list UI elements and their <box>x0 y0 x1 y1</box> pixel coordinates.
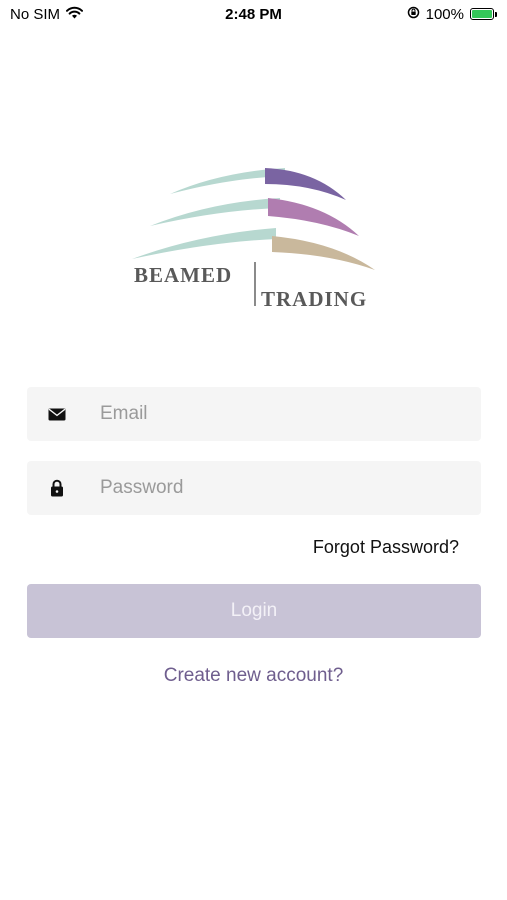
status-right: 100% <box>407 6 497 23</box>
orientation-lock-icon <box>407 6 420 23</box>
carrier-label: No SIM <box>10 5 61 23</box>
logo-word-trading: TRADING <box>261 287 367 310</box>
lock-icon <box>27 479 87 497</box>
status-bar: No SIM 2:48 PM 100% <box>0 0 507 28</box>
password-field[interactable] <box>27 461 481 515</box>
email-input[interactable] <box>100 403 460 425</box>
wifi-icon <box>66 6 84 23</box>
status-left: No SIM <box>10 5 84 23</box>
forgot-password-link[interactable]: Forgot Password? <box>313 537 459 558</box>
create-account-link[interactable]: Create new account? <box>0 665 507 687</box>
battery-percent: 100% <box>425 5 464 23</box>
status-time: 2:48 PM <box>225 5 282 23</box>
logo-word-beamed: BEAMED <box>134 263 232 287</box>
battery-icon <box>470 8 497 20</box>
email-field[interactable] <box>27 387 481 441</box>
mail-icon <box>27 408 87 421</box>
login-button[interactable]: Login <box>27 584 481 638</box>
password-input[interactable] <box>100 477 460 499</box>
beamed-trading-logo: BEAMED TRADING <box>130 160 380 311</box>
